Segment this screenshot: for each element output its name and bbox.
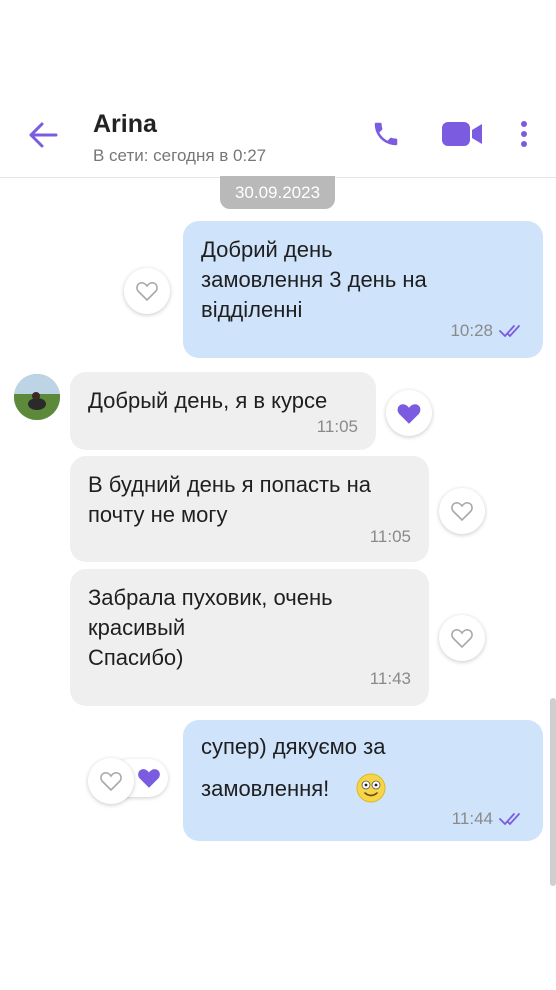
message-text: В будний день я попасть на почту не могу <box>88 472 372 527</box>
message-bubble-incoming[interactable]: В будний день я попасть на почту не могу… <box>70 456 429 562</box>
like-button[interactable] <box>88 758 134 804</box>
heart-filled-icon <box>138 769 160 788</box>
reaction-heart <box>136 766 162 790</box>
message-meta: 11:05 <box>370 522 411 552</box>
call-button[interactable] <box>368 116 404 152</box>
contact-avatar[interactable] <box>14 374 60 420</box>
message-bubble-outgoing[interactable]: Добрий день замовлення 3 день на відділе… <box>183 221 543 358</box>
arrow-left-icon <box>29 122 58 148</box>
like-button[interactable] <box>386 390 432 436</box>
message-meta: 11:44 <box>452 809 525 829</box>
message-text: Забрала пуховик, очень красивый Спасибо) <box>88 585 333 670</box>
message-time: 11:05 <box>369 527 411 546</box>
message-text: Добрий день замовлення 3 день на відділе… <box>201 237 427 322</box>
message-time: 11:43 <box>369 669 411 688</box>
double-check-icon <box>499 813 520 826</box>
message-bubble-outgoing[interactable]: супер) дякуємо за замовлення! 11:44 <box>183 720 543 841</box>
chat-header: Arina В сети: сегодня в 0:27 <box>0 94 556 178</box>
message-bubble-incoming[interactable]: Забрала пуховик, очень красивый Спасибо)… <box>70 569 429 706</box>
like-button[interactable] <box>124 268 170 314</box>
message-bubble-incoming[interactable]: Добрый день, я в курсе 11:05 <box>70 372 376 450</box>
heart-outline-icon <box>451 502 473 522</box>
like-button[interactable] <box>439 615 485 661</box>
avatar-photo-icon <box>14 374 60 420</box>
heart-outline-icon <box>451 629 473 649</box>
phone-icon <box>374 122 398 146</box>
message-meta: 10:28 <box>450 316 525 346</box>
heart-outline-icon <box>136 282 158 302</box>
scrollbar[interactable] <box>550 698 556 886</box>
back-button[interactable] <box>26 118 60 152</box>
message-time: 10:28 <box>450 321 493 340</box>
smiley-emoji-icon <box>356 773 386 803</box>
video-call-button[interactable] <box>438 116 486 152</box>
video-camera-icon <box>442 122 482 146</box>
date-separator: 30.09.2023 <box>220 176 335 209</box>
heart-outline-icon <box>100 772 122 792</box>
message-meta: 11:43 <box>370 664 411 694</box>
contact-name[interactable]: Arina <box>93 110 157 139</box>
double-check-icon <box>499 325 520 338</box>
more-options-button[interactable] <box>512 116 536 152</box>
message-time: 11:44 <box>451 809 493 828</box>
contact-status: В сети: сегодня в 0:27 <box>93 146 267 165</box>
more-vertical-icon <box>521 121 527 147</box>
heart-filled-icon <box>397 403 421 424</box>
message-time: 11:05 <box>316 417 358 436</box>
like-button[interactable] <box>439 488 485 534</box>
message-meta: 11:05 <box>317 412 358 442</box>
